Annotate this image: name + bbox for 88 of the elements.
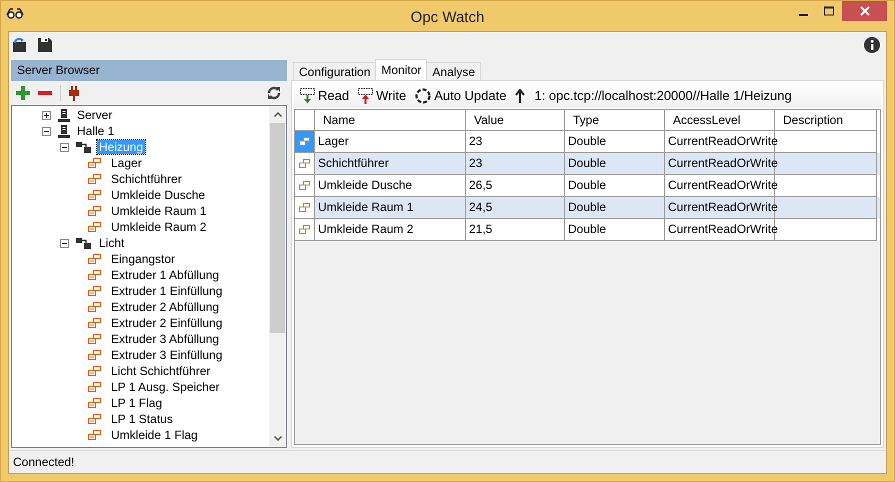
- scrollbar[interactable]: [269, 106, 286, 447]
- variable-icon: [88, 302, 101, 312]
- tab[interactable]: Analyse: [426, 62, 482, 80]
- panel-header: Server Browser: [11, 60, 287, 81]
- tree-item[interactable]: Extruder 3 Einfüllung: [109, 348, 224, 362]
- variable-icon: [299, 137, 310, 146]
- network-icon: [76, 140, 92, 154]
- refresh-icon[interactable]: [267, 86, 281, 100]
- table-cell: CurrentReadOrWrite: [665, 219, 775, 241]
- write-button[interactable]: Write: [356, 84, 408, 106]
- add-icon[interactable]: [16, 86, 30, 100]
- row-header[interactable]: [295, 131, 315, 153]
- table-cell: 21,5: [466, 219, 565, 241]
- open-folder-icon[interactable]: [12, 37, 28, 53]
- row-header[interactable]: [295, 219, 315, 241]
- server-icon: [58, 124, 70, 138]
- variable-icon: [299, 159, 310, 168]
- variable-icon: [299, 203, 310, 212]
- tree-item[interactable]: Extruder 2 Abfüllung: [109, 300, 222, 314]
- status-text: Connected!: [9, 450, 886, 473]
- variable-icon: [88, 398, 101, 408]
- row-header[interactable]: [295, 175, 315, 197]
- window-title: Opc Watch: [410, 9, 486, 26]
- tree-item[interactable]: Umkleide Raum 1: [109, 204, 208, 218]
- tree-item[interactable]: Extruder 1 Abfüllung: [109, 268, 222, 282]
- tree-item[interactable]: LP 1 Ausg. Speicher: [109, 380, 222, 394]
- glasses-icon: [6, 7, 24, 19]
- variable-icon: [88, 286, 101, 296]
- tree-item[interactable]: Umkleide 1 Flag: [109, 428, 200, 442]
- variable-icon: [299, 225, 310, 234]
- tab[interactable]: Configuration: [293, 62, 376, 80]
- tree-item[interactable]: Extruder 1 Einfüllung: [109, 284, 224, 298]
- variable-icon: [88, 382, 101, 392]
- row-header[interactable]: [295, 153, 315, 175]
- variable-icon: [88, 190, 101, 200]
- tree-item[interactable]: Lager: [109, 156, 144, 170]
- variable-icon: [88, 366, 101, 376]
- variable-icon: [88, 254, 101, 264]
- variable-icon: [88, 158, 101, 168]
- up-arrow-icon: [515, 88, 526, 102]
- table-cell: Umkleide Raum 2: [315, 219, 466, 241]
- scroll-up-icon[interactable]: [274, 112, 282, 117]
- tree-item[interactable]: Extruder 2 Einfüllung: [109, 316, 224, 330]
- scroll-down-icon[interactable]: [274, 436, 282, 441]
- minimize-icon: [798, 14, 808, 16]
- variable-icon: [299, 181, 310, 190]
- info-icon[interactable]: [864, 37, 880, 53]
- node-path: 1: opc.tcp://localhost:20000//Halle 1/Heizung: [534, 88, 792, 103]
- write-icon: [358, 88, 374, 104]
- variable-icon: [88, 430, 101, 440]
- read-button[interactable]: Read: [298, 84, 352, 106]
- tab[interactable]: Monitor: [375, 59, 428, 80]
- expand-icon[interactable]: [42, 110, 51, 120]
- table-cell: Double: [565, 219, 665, 241]
- variable-icon: [88, 174, 101, 184]
- collapse-icon[interactable]: [60, 142, 69, 152]
- tree-item[interactable]: Eingangstor: [109, 252, 178, 266]
- tree-item[interactable]: LP 1 Flag: [109, 396, 164, 410]
- tree-item[interactable]: Umkleide Raum 2: [109, 220, 208, 234]
- collapse-icon[interactable]: [60, 238, 69, 248]
- close-icon: [860, 6, 870, 16]
- network-icon: [76, 236, 92, 250]
- close-button[interactable]: [842, 1, 887, 21]
- read-icon: [300, 88, 315, 104]
- maximize-icon: [824, 6, 834, 16]
- variable-icon: [88, 206, 101, 216]
- plug-icon[interactable]: [69, 86, 79, 100]
- tree-item[interactable]: Schichtführer: [109, 172, 184, 186]
- collapse-icon[interactable]: [42, 126, 51, 136]
- scroll-thumb[interactable]: [270, 123, 285, 333]
- tree-item[interactable]: Licht: [97, 236, 126, 250]
- tree-item[interactable]: Server: [75, 108, 114, 122]
- variable-icon: [88, 350, 101, 360]
- dashed-circle-icon: [415, 88, 432, 104]
- server-icon: [58, 108, 70, 122]
- variable-icon: [88, 270, 101, 280]
- tree-item[interactable]: Halle 1: [75, 124, 116, 138]
- variable-icon: [88, 334, 101, 344]
- tree-item[interactable]: Umkleide Dusche: [109, 188, 208, 202]
- variable-icon: [88, 414, 101, 424]
- tree-item[interactable]: Licht Schichtführer: [109, 364, 212, 378]
- row-header[interactable]: [295, 197, 315, 219]
- tree-item[interactable]: Extruder 3 Abfüllung: [109, 332, 222, 346]
- variable-icon: [88, 318, 101, 328]
- save-icon[interactable]: [38, 38, 52, 52]
- tree-item[interactable]: LP 1 Status: [109, 412, 175, 426]
- variable-icon: [88, 222, 101, 232]
- auto-update-button[interactable]: Auto Update: [413, 84, 508, 106]
